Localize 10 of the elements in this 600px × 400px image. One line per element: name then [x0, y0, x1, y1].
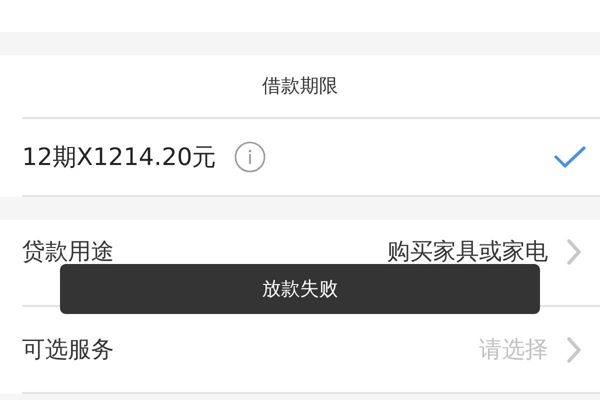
chevron-icon	[566, 336, 582, 364]
term-option[interactable]: 12期X1214.20元	[22, 119, 600, 197]
chevron-icon	[566, 238, 582, 266]
checkmark-icon	[554, 145, 586, 169]
info-icon[interactable]	[234, 141, 266, 173]
row-label: 贷款用途	[22, 238, 114, 267]
row-value: 购买家具或家电	[387, 238, 548, 267]
section-title: 借款期限	[262, 74, 338, 99]
row-label: 可选服务	[22, 336, 114, 365]
toast-message: 放款失败	[60, 264, 540, 314]
